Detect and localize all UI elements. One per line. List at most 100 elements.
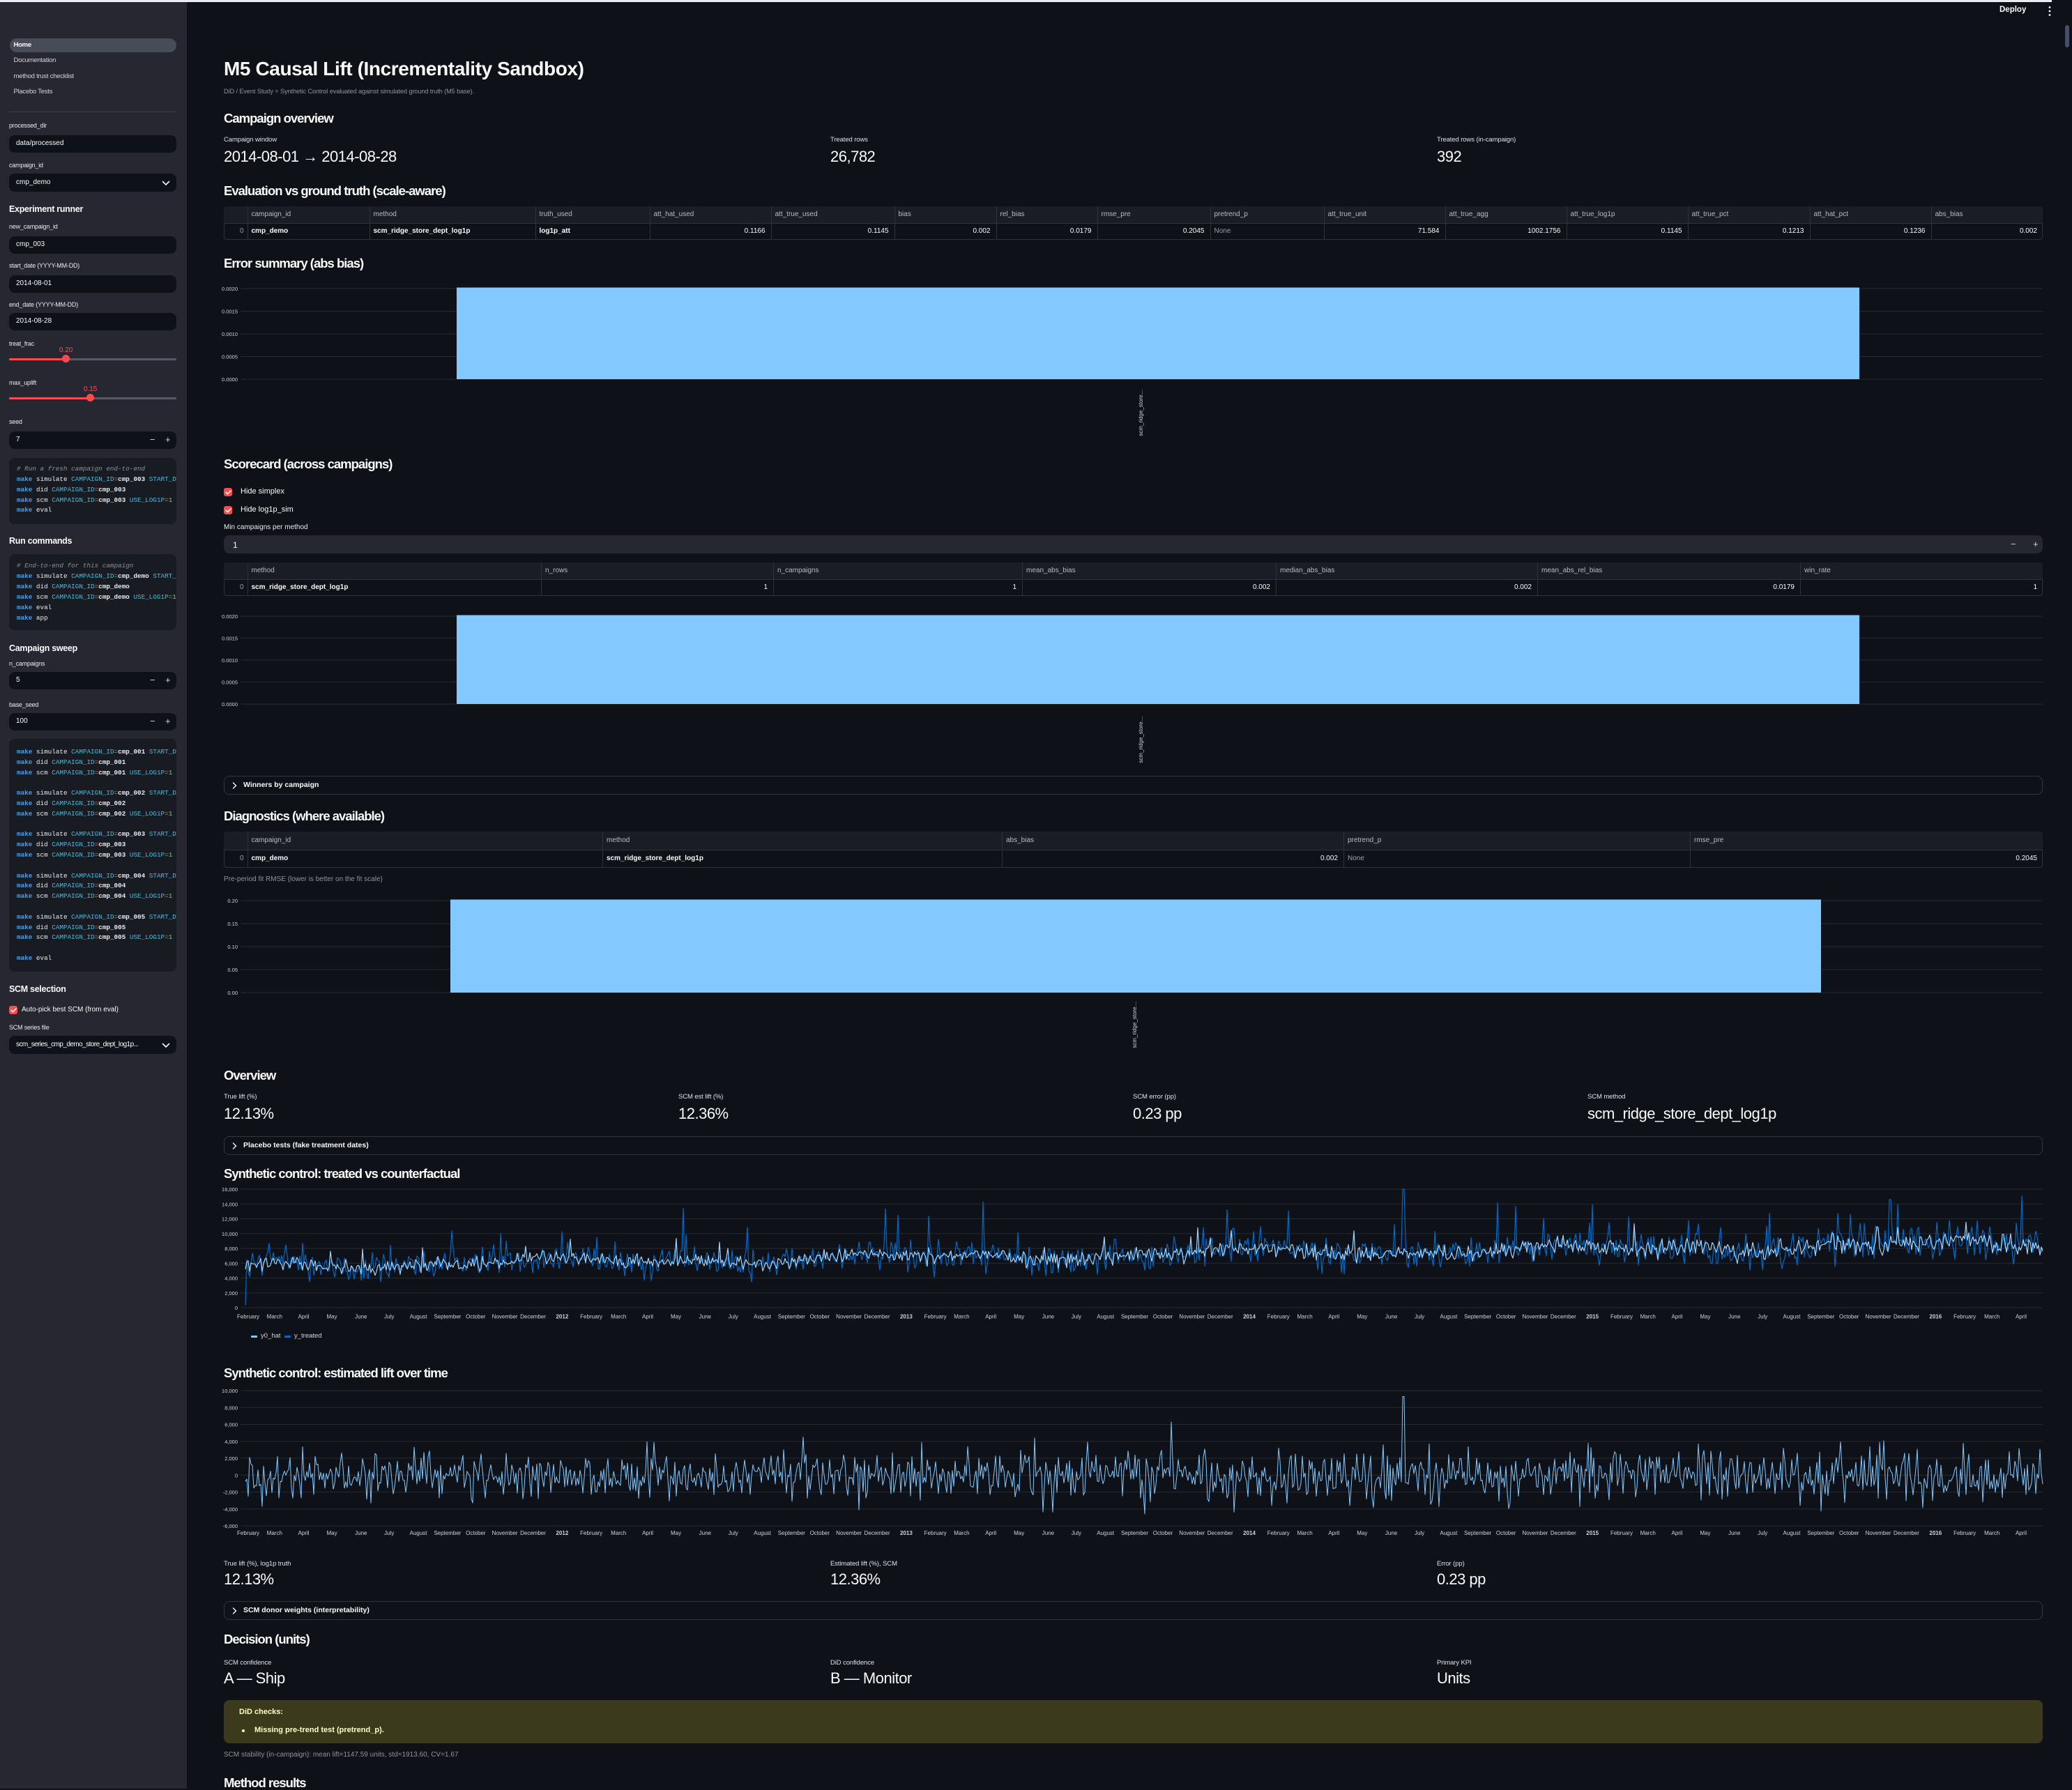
- svg-text:2013: 2013: [900, 1530, 913, 1536]
- svg-text:February: February: [1610, 1314, 1633, 1320]
- svg-text:June: June: [1385, 1314, 1398, 1320]
- svg-text:May: May: [1014, 1530, 1024, 1536]
- svg-text:April: April: [985, 1530, 996, 1536]
- svg-text:March: March: [267, 1314, 282, 1320]
- svg-text:June: June: [699, 1314, 712, 1320]
- svg-text:0.10: 0.10: [227, 944, 238, 950]
- svg-text:December: December: [864, 1314, 890, 1320]
- svg-text:6,000: 6,000: [224, 1260, 238, 1267]
- svg-text:April: April: [1671, 1530, 1682, 1536]
- svg-text:October: October: [1496, 1530, 1516, 1536]
- svg-text:2015: 2015: [1586, 1314, 1599, 1320]
- svg-text:October: October: [810, 1530, 830, 1536]
- svg-text:2012: 2012: [556, 1530, 568, 1536]
- svg-text:8,000: 8,000: [224, 1405, 238, 1411]
- svg-text:August: August: [1783, 1314, 1801, 1320]
- svg-text:March: March: [1640, 1530, 1656, 1536]
- svg-text:2014: 2014: [1243, 1314, 1256, 1320]
- svg-text:April: April: [1671, 1314, 1682, 1320]
- svg-text:December: December: [1208, 1530, 1233, 1536]
- svg-text:6,000: 6,000: [224, 1422, 238, 1428]
- svg-text:June: June: [1042, 1530, 1055, 1536]
- svg-text:March: March: [1297, 1530, 1312, 1536]
- svg-text:scm_ridge_store…: scm_ridge_store…: [1132, 1001, 1138, 1048]
- svg-text:March: March: [1984, 1314, 1999, 1320]
- svg-text:March: March: [267, 1530, 282, 1536]
- svg-text:February: February: [237, 1530, 259, 1536]
- svg-text:November: November: [1522, 1314, 1548, 1320]
- svg-text:April: April: [985, 1314, 996, 1320]
- svg-text:August: August: [1440, 1314, 1458, 1320]
- svg-text:July: July: [1072, 1530, 1081, 1536]
- svg-text:February: February: [1610, 1530, 1633, 1536]
- svg-text:December: December: [520, 1314, 546, 1320]
- svg-text:August: August: [410, 1314, 428, 1320]
- svg-text:June: June: [1728, 1530, 1741, 1536]
- svg-text:August: August: [1097, 1530, 1115, 1536]
- svg-text:scm_ridge_store…: scm_ridge_store…: [1138, 389, 1144, 436]
- svg-text:0.0020: 0.0020: [222, 286, 238, 292]
- svg-text:April: April: [642, 1530, 653, 1536]
- svg-text:November: November: [1179, 1314, 1205, 1320]
- svg-text:October: October: [1496, 1314, 1516, 1320]
- svg-text:September: September: [1807, 1530, 1834, 1536]
- svg-text:September: September: [778, 1314, 805, 1320]
- svg-text:September: September: [778, 1530, 805, 1536]
- svg-text:September: September: [434, 1314, 461, 1320]
- svg-text:May: May: [671, 1314, 681, 1320]
- svg-text:February: February: [1953, 1530, 1976, 1536]
- svg-text:-2,000: -2,000: [223, 1490, 238, 1496]
- svg-text:November: November: [1866, 1314, 1891, 1320]
- svg-text:May: May: [671, 1530, 681, 1536]
- svg-text:May: May: [1700, 1314, 1710, 1320]
- svg-text:June: June: [355, 1314, 367, 1320]
- svg-text:November: November: [1522, 1530, 1548, 1536]
- svg-text:2012: 2012: [556, 1314, 568, 1320]
- svg-text:August: August: [1440, 1530, 1458, 1536]
- svg-text:December: December: [1551, 1314, 1576, 1320]
- svg-text:2016: 2016: [1929, 1314, 1942, 1320]
- svg-text:March: March: [611, 1314, 626, 1320]
- svg-text:2,000: 2,000: [224, 1455, 238, 1462]
- svg-text:0.0005: 0.0005: [222, 680, 238, 686]
- svg-text:December: December: [1894, 1530, 1919, 1536]
- svg-text:May: May: [1357, 1314, 1367, 1320]
- svg-text:March: March: [954, 1530, 969, 1536]
- svg-text:8,000: 8,000: [224, 1246, 238, 1252]
- svg-text:February: February: [924, 1314, 947, 1320]
- svg-text:February: February: [237, 1314, 259, 1320]
- svg-text:September: September: [1121, 1314, 1148, 1320]
- svg-text:December: December: [520, 1530, 546, 1536]
- svg-text:scm_ridge_store…: scm_ridge_store…: [1138, 716, 1144, 763]
- svg-text:June: June: [699, 1530, 712, 1536]
- svg-text:October: October: [1839, 1530, 1859, 1536]
- svg-text:0.05: 0.05: [227, 967, 238, 973]
- svg-text:August: August: [1097, 1314, 1115, 1320]
- svg-text:16,000: 16,000: [222, 1186, 238, 1193]
- svg-text:June: June: [1385, 1530, 1398, 1536]
- svg-text:February: February: [580, 1314, 602, 1320]
- svg-text:0.00: 0.00: [227, 990, 238, 996]
- svg-text:September: September: [1121, 1530, 1148, 1536]
- svg-text:December: December: [864, 1530, 890, 1536]
- svg-text:November: November: [836, 1314, 862, 1320]
- svg-text:4,000: 4,000: [224, 1276, 238, 1282]
- svg-text:May: May: [326, 1314, 337, 1320]
- svg-text:2016: 2016: [1929, 1530, 1942, 1536]
- svg-text:December: December: [1551, 1530, 1576, 1536]
- svg-text:0.0015: 0.0015: [222, 309, 238, 315]
- svg-text:May: May: [326, 1530, 337, 1536]
- svg-text:March: March: [954, 1314, 969, 1320]
- svg-text:0.0000: 0.0000: [222, 701, 238, 707]
- svg-text:December: December: [1208, 1314, 1233, 1320]
- svg-text:March: March: [1984, 1530, 1999, 1536]
- svg-text:July: July: [1758, 1314, 1767, 1320]
- svg-text:November: November: [1866, 1530, 1891, 1536]
- svg-text:0.0020: 0.0020: [222, 613, 238, 620]
- svg-text:February: February: [580, 1530, 602, 1536]
- svg-text:0.15: 0.15: [227, 921, 238, 927]
- svg-text:July: July: [1758, 1530, 1767, 1536]
- svg-text:4,000: 4,000: [224, 1439, 238, 1445]
- svg-text:July: July: [1415, 1530, 1424, 1536]
- svg-text:0.0015: 0.0015: [222, 636, 238, 642]
